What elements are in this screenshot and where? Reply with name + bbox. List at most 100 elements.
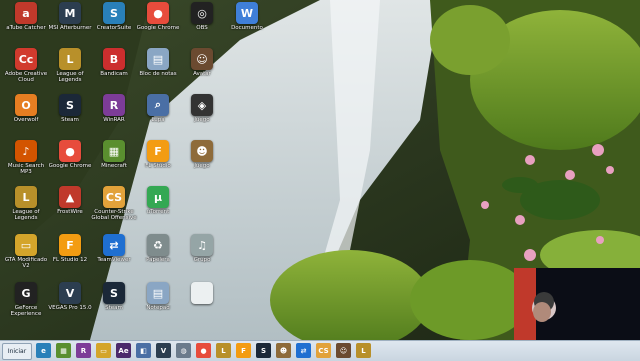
- desktop-icon-label: GTA Modificado V2: [4, 257, 48, 269]
- desktop-icon-label: Steam: [61, 117, 79, 123]
- desktop-icon[interactable]: G GeForce Experience: [4, 282, 48, 322]
- desktop-icon[interactable]: ☺ Avatar: [180, 48, 224, 88]
- desktop-icon[interactable]: ♫ Grupo: [180, 234, 224, 274]
- desktop-icon[interactable]: ☻ Juego: [180, 140, 224, 180]
- desktop-icon[interactable]: ▭ GTA Modificado V2: [4, 234, 48, 274]
- creative-cloud-icon: Cc: [15, 48, 37, 70]
- desktop-icon-label: MSI Afterburner: [48, 25, 92, 31]
- recycle-bin-icon: ♻: [147, 234, 169, 256]
- chrome-icon: ●: [147, 2, 169, 24]
- csgo-tb-icon[interactable]: CS: [316, 343, 331, 358]
- desktop-icon-label: VEGAS Pro 15.0: [48, 305, 92, 311]
- desktop-icon[interactable]: ◈ Juego: [180, 94, 224, 134]
- start-label: Iniciar: [7, 348, 27, 355]
- desktop-icon[interactable]: ▤ Bloc de notas: [136, 48, 180, 88]
- desktop-icon-label: Avatar: [193, 71, 211, 77]
- desktop-icon[interactable]: F FL Studio: [136, 140, 180, 180]
- desktop-icon-label: Bloc de notas: [139, 71, 177, 77]
- minecraft-icon: ▦: [103, 140, 125, 162]
- desktop-icon-label: Counter-Strike Global Offensive: [91, 209, 137, 221]
- geforce-icon: G: [15, 282, 37, 304]
- explorer-icon[interactable]: ◧: [136, 343, 151, 358]
- desktop-icon-label: Adobe Creative Cloud: [4, 71, 48, 83]
- desktop-icon[interactable]: ● Google Chrome: [136, 2, 180, 42]
- desktop-icon-label: OBS: [196, 25, 208, 31]
- winrar-tb-icon[interactable]: R: [76, 343, 91, 358]
- desktop-icon[interactable]: R WinRAR: [92, 94, 136, 134]
- game-icon: ◈: [191, 94, 213, 116]
- start-button[interactable]: Iniciar: [2, 343, 32, 360]
- desktop-icon[interactable]: S Steam: [92, 282, 136, 322]
- minecraft-tb-icon[interactable]: ▦: [56, 343, 71, 358]
- app-tb-icon[interactable]: ◍: [176, 343, 191, 358]
- flstudio2-icon: F: [59, 234, 81, 256]
- lol2-tb-icon[interactable]: L: [356, 343, 371, 358]
- desktop-icon[interactable]: L League of Legends: [48, 48, 92, 88]
- csgo-icon: CS: [103, 186, 125, 208]
- ie-icon[interactable]: e: [36, 343, 51, 358]
- desktop-icon-label: Papelera: [146, 257, 170, 263]
- notepad-icon: ▤: [147, 48, 169, 70]
- desktop-icon-label: Documento: [231, 25, 263, 31]
- steam-tb-icon[interactable]: S: [256, 343, 271, 358]
- desktop-icon-label: League of Legends: [12, 209, 40, 221]
- desktop-icon[interactable]: F FL Studio 12: [48, 234, 92, 274]
- music-search-icon: ♪: [15, 140, 37, 162]
- msi-icon: M: [59, 2, 81, 24]
- desktop-icon-label: FrostWire: [57, 209, 83, 215]
- desktop-icon[interactable]: L League of Legends: [4, 186, 48, 226]
- desktop-icon[interactable]: W Documento: [225, 2, 269, 42]
- audio-file-icon: ♫: [191, 234, 213, 256]
- desktop-icon-label: League of Legends: [56, 71, 84, 83]
- taskbar: Iniciar e ▦ R ▭ Ae ◧ V ◍ ● L F S ☻ ⇄ CS ☺ L: [0, 340, 640, 361]
- folder-tb-icon[interactable]: ▭: [96, 343, 111, 358]
- desktop-icon[interactable]: [180, 282, 224, 322]
- desktop-icon-label: Juego: [194, 163, 210, 169]
- game2-icon: ☻: [191, 140, 213, 162]
- notepad2-icon: ▤: [147, 282, 169, 304]
- desktop-icon[interactable]: V VEGAS Pro 15.0: [48, 282, 92, 322]
- desktop-icon-label: FL Studio: [145, 163, 171, 169]
- desktop-icon[interactable]: ⌕ Lupa: [136, 94, 180, 134]
- photo-tb-icon[interactable]: ☺: [336, 343, 351, 358]
- flstudio-tb-icon[interactable]: F: [236, 343, 251, 358]
- after-effects-icon[interactable]: Ae: [116, 343, 131, 358]
- document-icon: W: [236, 2, 258, 24]
- desktop-icon[interactable]: ● Google Chrome: [48, 140, 92, 180]
- desktop-icon[interactable]: ◎ OBS: [180, 2, 224, 42]
- overwolf-icon: O: [15, 94, 37, 116]
- vegas-icon: V: [59, 282, 81, 304]
- desktop-icon[interactable]: CS Counter-Strike Global Offensive: [91, 186, 137, 226]
- desktop-icon[interactable]: a aTube Catcher: [4, 2, 48, 42]
- desktop-icon[interactable]: ▤ Notepad: [136, 282, 180, 322]
- desktop-icon-label: Music Search MP3: [7, 163, 45, 175]
- game-tb-icon[interactable]: ☻: [276, 343, 291, 358]
- desktop-icon[interactable]: S Steam: [48, 94, 92, 134]
- desktop-icon[interactable]: ▦ Minecraft: [92, 140, 136, 180]
- bandicam-icon: B: [103, 48, 125, 70]
- desktop-icon[interactable]: O Overwolf: [4, 94, 48, 134]
- desktop-icon[interactable]: S CreatorSuite: [92, 2, 136, 42]
- teamviewer-icon: ⇄: [103, 234, 125, 256]
- desktop-icon[interactable]: B Bandicam: [92, 48, 136, 88]
- desktop-icon[interactable]: ▲ FrostWire: [48, 186, 92, 226]
- desktop-icon[interactable]: ♪ Music Search MP3: [4, 140, 48, 180]
- desktop-icon[interactable]: M MSI Afterburner: [48, 2, 92, 42]
- desktop-icon[interactable]: Cc Adobe Creative Cloud: [4, 48, 48, 88]
- desktop-icon-label: Google Chrome: [48, 163, 92, 169]
- teamviewer-tb-icon[interactable]: ⇄: [296, 343, 311, 358]
- vegas-tb-icon[interactable]: V: [156, 343, 171, 358]
- desktop-icon[interactable]: ♻ Papelera: [136, 234, 180, 274]
- desktop-icon[interactable]: µ uTorrent: [136, 186, 180, 226]
- utorrent-icon: µ: [147, 186, 169, 208]
- flstudio-icon: F: [147, 140, 169, 162]
- chrome2-icon: ●: [59, 140, 81, 162]
- atube-icon: a: [15, 2, 37, 24]
- desktop-icon[interactable]: ⇄ TeamViewer: [92, 234, 136, 274]
- chrome-tb-icon[interactable]: ●: [196, 343, 211, 358]
- desktop-icon-label: Bandicam: [100, 71, 128, 77]
- photo-icon: ☺: [191, 48, 213, 70]
- desktop-icon-label: aTube Catcher: [6, 25, 46, 31]
- winrar-icon: R: [103, 94, 125, 116]
- lol-tb-icon[interactable]: L: [216, 343, 231, 358]
